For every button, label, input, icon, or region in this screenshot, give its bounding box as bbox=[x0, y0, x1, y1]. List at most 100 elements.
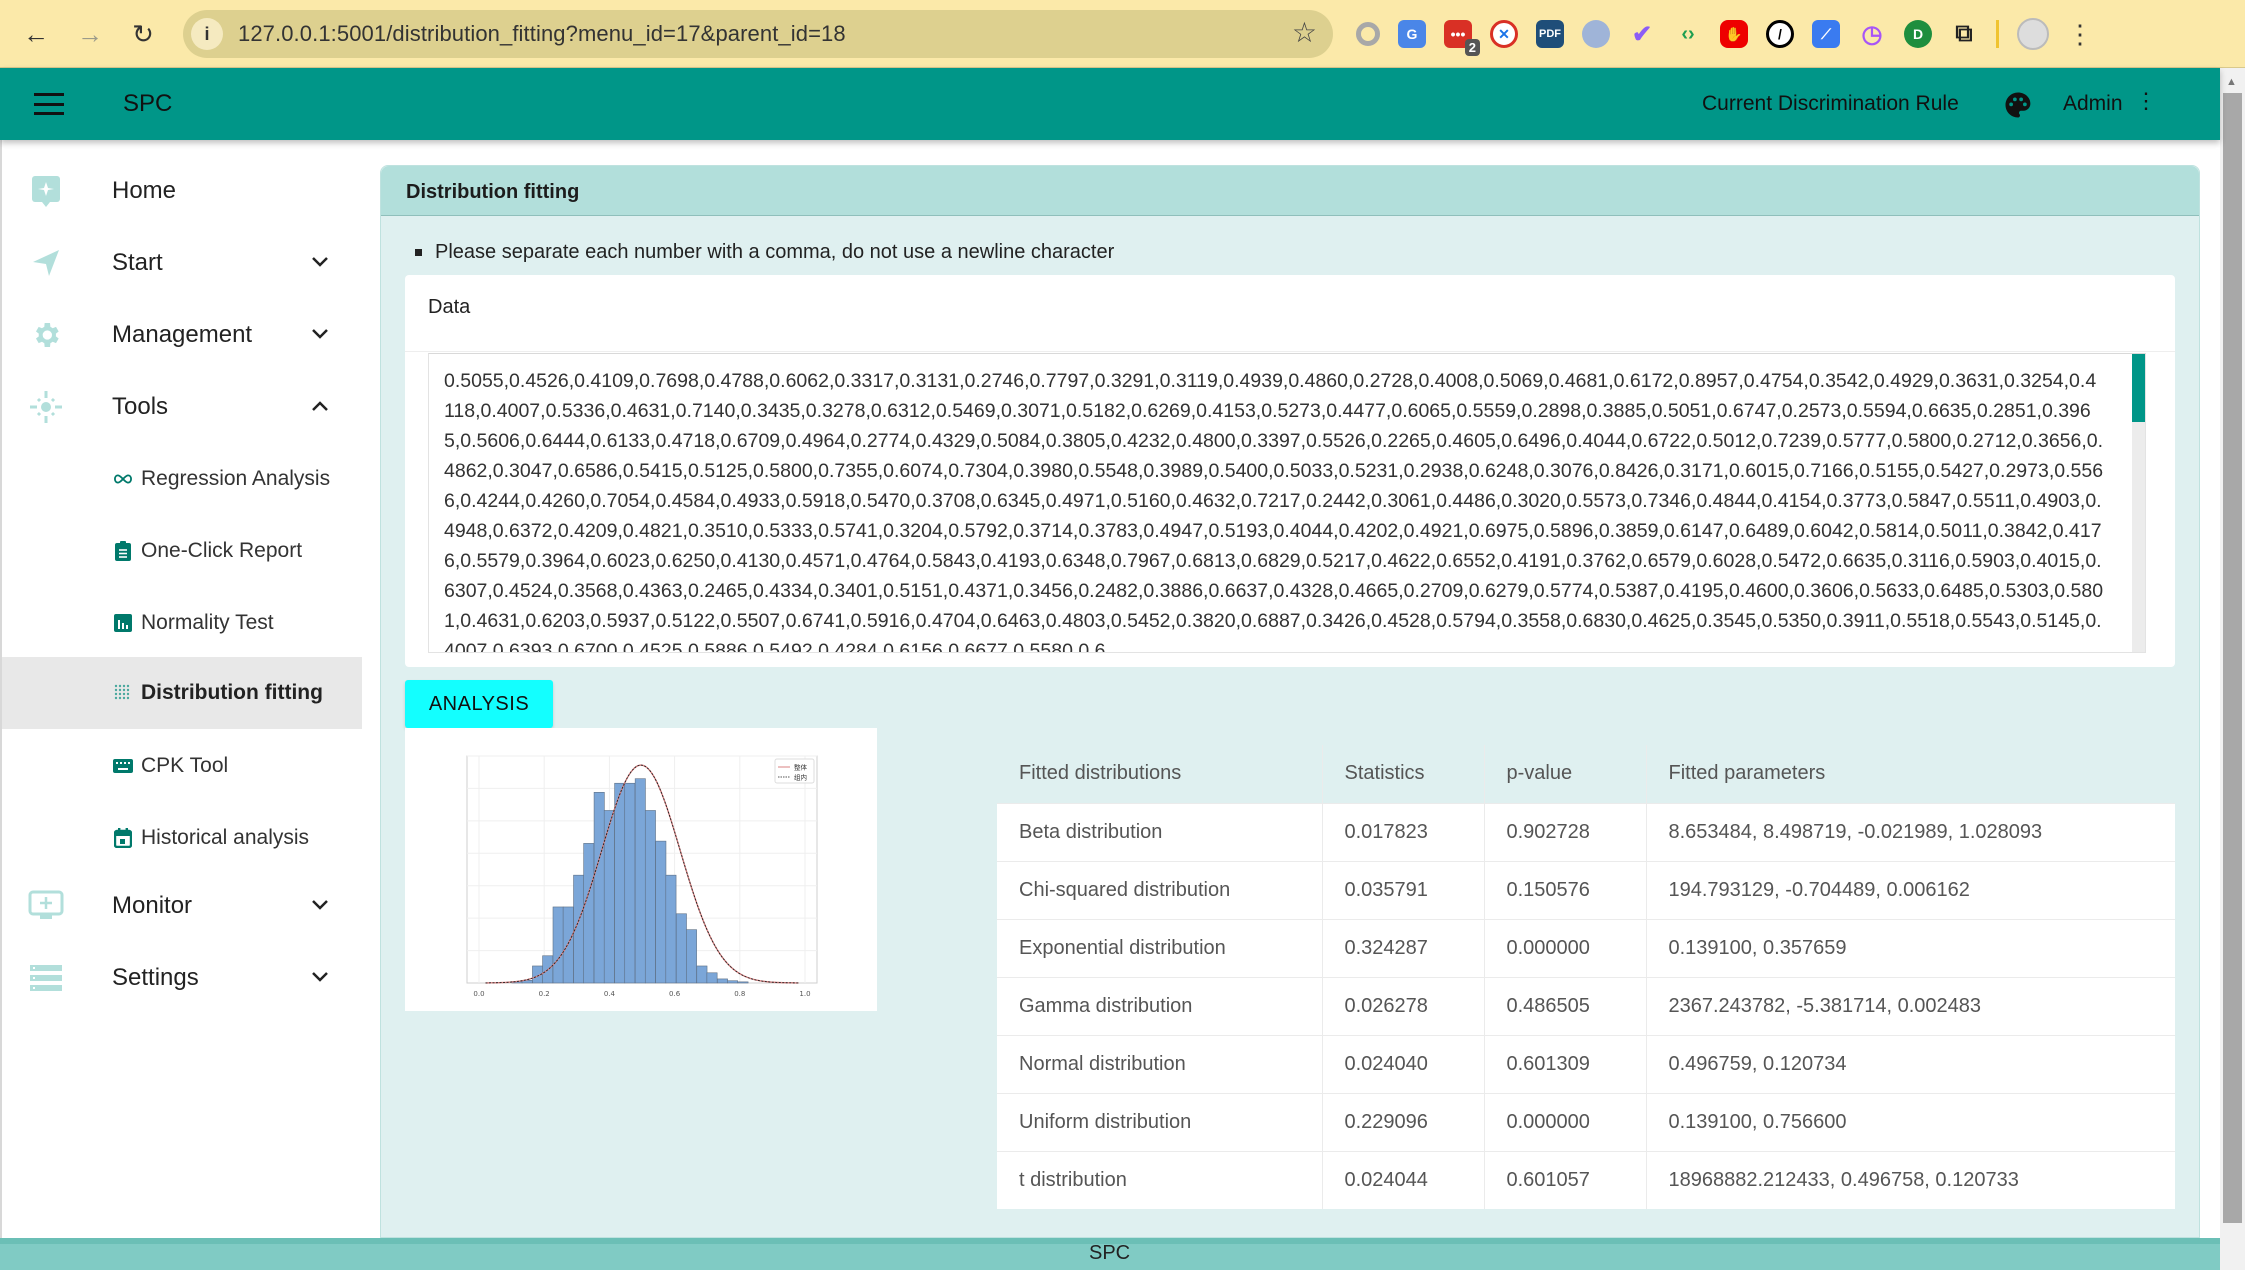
chevron-down-icon[interactable] bbox=[310, 324, 330, 347]
histogram-bar bbox=[655, 840, 667, 984]
user-menu-icon[interactable]: ⋮ bbox=[2135, 88, 2157, 114]
page-title: Distribution fitting bbox=[406, 181, 580, 203]
page-scrollbar[interactable]: ▲ bbox=[2220, 68, 2245, 1270]
distribution-name: Normal distribution bbox=[997, 1034, 1323, 1093]
sidebar-subitem-historical-analysis[interactable]: Historical analysis bbox=[2, 802, 364, 874]
sidebar-item-start[interactable]: Start bbox=[2, 227, 364, 299]
sidebar-item-tools[interactable]: Tools bbox=[2, 371, 364, 443]
sidebar-item-home[interactable]: Home bbox=[2, 155, 364, 227]
chevron-up-icon[interactable] bbox=[310, 396, 330, 419]
profile-avatar[interactable] bbox=[2017, 18, 2049, 50]
user-name[interactable]: Admin bbox=[2063, 92, 2123, 116]
history-extension-icon[interactable]: ◷ bbox=[1858, 20, 1886, 48]
hamburger-menu-icon[interactable] bbox=[34, 90, 64, 118]
list-settings-icon bbox=[28, 960, 64, 996]
circle-extension-icon[interactable] bbox=[1356, 22, 1380, 46]
distribution-name: Exponential distribution bbox=[997, 918, 1323, 977]
puzzle-extension-icon[interactable]: ⧉ bbox=[1950, 20, 1978, 48]
pdf-extension-icon[interactable]: PDF bbox=[1536, 20, 1564, 48]
chevron-down-icon[interactable] bbox=[310, 967, 330, 990]
sidebar-item-monitor[interactable]: Monitor bbox=[2, 870, 364, 942]
browser-toolbar: ← → ↻ i 127.0.0.1:5001/distribution_fitt… bbox=[0, 0, 2245, 68]
current-rule-link[interactable]: Current Discrimination Rule bbox=[1702, 92, 1959, 116]
x-tick-label: 1.0 bbox=[799, 990, 810, 998]
bookmark-star-icon[interactable]: ☆ bbox=[1292, 16, 1317, 49]
sidebar-subitem-cpk-tool[interactable]: CPK Tool bbox=[2, 730, 364, 802]
histogram-bar bbox=[552, 906, 564, 984]
sidebar-subitem-label: One-Click Report bbox=[141, 539, 303, 562]
no-paw-extension-icon[interactable]: ✕ bbox=[1490, 20, 1518, 48]
histogram-bar bbox=[737, 981, 749, 984]
x-tick-label: 0.4 bbox=[604, 990, 616, 998]
address-bar[interactable]: i 127.0.0.1:5001/distribution_fitting?me… bbox=[183, 10, 1333, 58]
check-extension-icon[interactable]: ✔ bbox=[1628, 20, 1656, 48]
page-scrollbar-thumb[interactable] bbox=[2223, 93, 2242, 1223]
app-title: SPC bbox=[123, 90, 173, 117]
data-textarea[interactable]: 0.5055,0.4526,0.4109,0.7698,0.4788,0.606… bbox=[429, 354, 2119, 652]
textarea-scrollbar-thumb[interactable] bbox=[2132, 354, 2145, 422]
chevron-down-icon[interactable] bbox=[310, 895, 330, 918]
gear-icon bbox=[28, 317, 64, 353]
sidebar-subitem-normality-test[interactable]: Normality Test bbox=[2, 587, 364, 659]
sidebar-item-label: Management bbox=[112, 321, 253, 348]
analysis-button[interactable]: ANALYSIS bbox=[405, 680, 553, 728]
sidebar-subitem-one-click-report[interactable]: One-Click Report bbox=[2, 515, 364, 587]
distribution-name: Chi-squared distribution bbox=[997, 860, 1323, 919]
monitor-add-icon bbox=[28, 888, 64, 924]
code-extension-icon[interactable]: ‹› bbox=[1674, 20, 1702, 48]
extension-badge: 2 bbox=[1464, 39, 1480, 56]
fitted-parameters: 0.139100, 0.756600 bbox=[1646, 1092, 2175, 1151]
x-tick-label: 0.8 bbox=[734, 990, 745, 998]
forward-button[interactable]: → bbox=[72, 16, 108, 52]
histogram-svg: 0.0 0.2 0.4 0.6 0.8 1.0 整体组内 bbox=[466, 755, 818, 998]
x-tick-label: 0.2 bbox=[539, 990, 550, 998]
x-tick-label: 0.6 bbox=[669, 990, 681, 998]
table-row: Gamma distribution 0.026278 0.486505 236… bbox=[997, 976, 2175, 1035]
histogram-bar bbox=[583, 843, 595, 984]
legend-label: 整体 bbox=[794, 763, 808, 772]
site-info-icon[interactable]: i bbox=[191, 18, 223, 50]
table-row: Exponential distribution 0.324287 0.0000… bbox=[997, 918, 2175, 977]
sidebar-item-management[interactable]: Management bbox=[2, 299, 364, 371]
legend-label: 组内 bbox=[794, 773, 807, 782]
keyboard-icon bbox=[113, 756, 133, 776]
footer: SPC bbox=[0, 1238, 2220, 1270]
stopwatch-extension-icon[interactable]: ••• 2 bbox=[1444, 20, 1480, 56]
histogram-bar bbox=[614, 782, 626, 984]
clipboard-icon bbox=[113, 541, 133, 561]
chevron-down-icon[interactable] bbox=[310, 252, 330, 275]
sidebar-item-label: Settings bbox=[112, 964, 199, 991]
block-extension-icon[interactable]: / bbox=[1766, 20, 1794, 48]
sun-tools-icon bbox=[28, 389, 64, 425]
sidebar-item-label: Start bbox=[112, 249, 163, 276]
table-row: Normal distribution 0.024040 0.601309 0.… bbox=[997, 1034, 2175, 1093]
sidebar-item-label: Home bbox=[112, 177, 177, 204]
column-header: Statistics bbox=[1322, 745, 1485, 803]
histogram-bar bbox=[696, 965, 708, 984]
sidebar-subitem-label: Normality Test bbox=[141, 611, 274, 634]
textarea-scrollbar[interactable] bbox=[2132, 354, 2145, 652]
sidebar-subitem-regression-analysis[interactable]: Regression Analysis bbox=[2, 443, 364, 515]
p-value: 0.150576 bbox=[1484, 860, 1647, 919]
translate-extension-icon[interactable]: G bbox=[1398, 20, 1426, 48]
browser-menu-icon[interactable]: ⋮ bbox=[2067, 19, 2093, 50]
hint-text: Please separate each number with a comma… bbox=[435, 241, 1115, 263]
histogram-bar bbox=[562, 906, 574, 984]
swirl-extension-icon[interactable] bbox=[1582, 20, 1610, 48]
scroll-up-arrow-icon[interactable]: ▲ bbox=[2226, 76, 2237, 88]
sidebar-subitem-distribution-fitting[interactable]: Distribution fitting bbox=[2, 657, 364, 729]
id-extension-icon[interactable]: D bbox=[1904, 20, 1932, 48]
back-button[interactable]: ← bbox=[18, 16, 54, 52]
distribution-name: Beta distribution bbox=[997, 802, 1323, 861]
diff-extension-icon[interactable]: ⟋ bbox=[1812, 20, 1840, 48]
palette-icon[interactable] bbox=[2003, 90, 2033, 120]
reload-button[interactable]: ↻ bbox=[125, 16, 161, 52]
send-icon bbox=[28, 245, 64, 281]
fitted-parameters: 0.496759, 0.120734 bbox=[1646, 1034, 2175, 1093]
sidebar-item-settings[interactable]: Settings bbox=[2, 942, 364, 1014]
adblock-extension-icon[interactable]: ✋ bbox=[1720, 20, 1748, 48]
distribution-name: Uniform distribution bbox=[997, 1092, 1323, 1151]
p-value: 0.601057 bbox=[1484, 1150, 1647, 1209]
url-text[interactable]: 127.0.0.1:5001/distribution_fitting?menu… bbox=[238, 21, 846, 47]
table-row: Beta distribution 0.017823 0.902728 8.65… bbox=[997, 802, 2175, 861]
